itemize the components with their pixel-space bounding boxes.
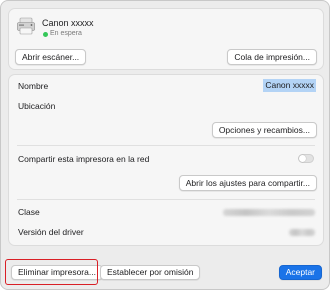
print-queue-button[interactable]: Cola de impresión... [227,49,317,65]
printer-icon [16,16,36,36]
open-sharing-settings-button[interactable]: Abrir los ajustes para compartir... [178,175,317,191]
printer-name-title: Canon xxxxx [42,18,94,28]
driver-version-redacted [289,229,315,236]
divider [17,199,315,200]
name-value-text: Canon xxxxx [265,80,314,90]
printer-settings-sheet: Canon xxxxx En espera Abrir escáner... C… [0,0,330,290]
share-printer-toggle[interactable] [298,154,314,163]
set-default-button[interactable]: Establecer por omisión [100,265,201,280]
printer-header-card: Canon xxxxx En espera Abrir escáner... C… [8,8,324,70]
delete-button-highlight [5,259,98,285]
accept-button[interactable]: Aceptar [278,265,322,280]
class-label: Clase [18,207,40,217]
status-indicator-icon [43,32,48,37]
options-supplies-button[interactable]: Opciones y recambios... [211,122,317,138]
divider [17,145,315,146]
open-scanner-button[interactable]: Abrir escáner... [15,49,87,65]
name-label: Nombre [18,81,49,91]
printer-status-text: En espera [50,30,82,37]
name-value-field[interactable]: Canon xxxxx [263,79,316,92]
location-label: Ubicación [18,101,56,111]
share-printer-label: Compartir esta impresora en la red [18,154,150,164]
driver-version-label: Versión del driver [18,227,84,237]
toggle-knob [299,155,306,162]
class-value-redacted [223,209,315,216]
printer-details-card: Nombre Canon xxxxx Ubicación Opciones y … [8,74,324,246]
